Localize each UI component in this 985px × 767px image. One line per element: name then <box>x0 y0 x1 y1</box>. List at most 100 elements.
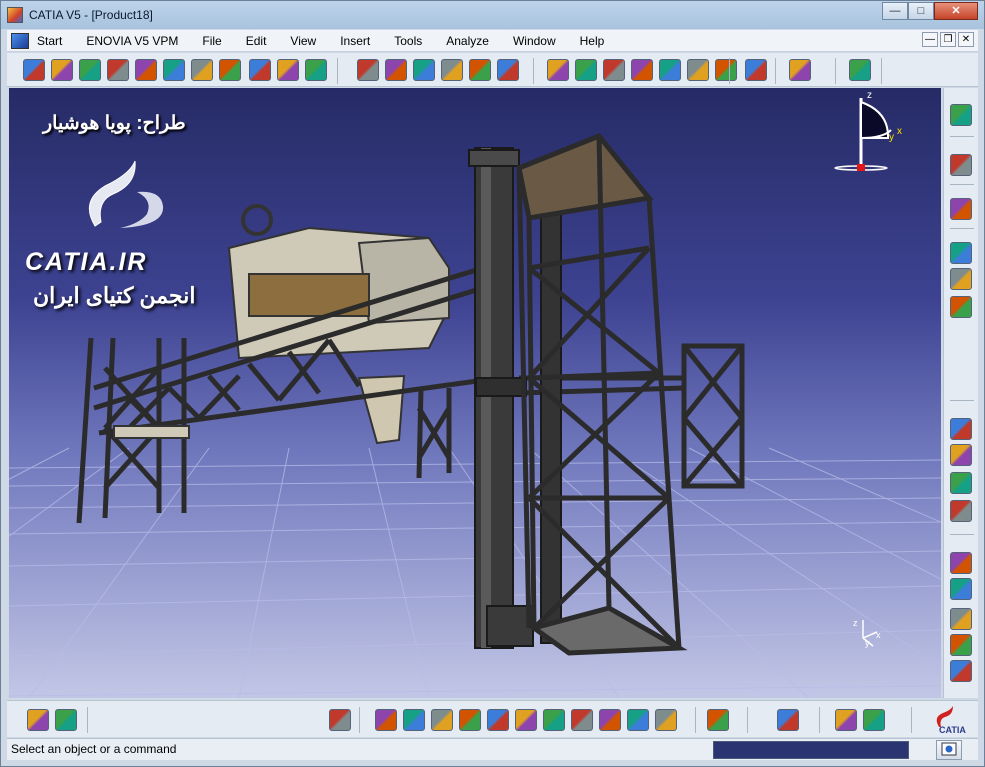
catalog-browser-icon[interactable] <box>385 59 407 81</box>
reuse-pattern-icon[interactable] <box>745 59 767 81</box>
doc-close-button[interactable]: ✕ <box>958 32 974 47</box>
toolbar-separator <box>729 58 730 84</box>
toolbar-separator <box>695 707 696 733</box>
pan-icon[interactable] <box>79 59 101 81</box>
catalog-icon[interactable] <box>357 59 379 81</box>
title-bar[interactable]: CATIA V5 - [Product18] — □ ✕ <box>1 1 984 29</box>
design-table-icon[interactable] <box>543 709 565 731</box>
menu-start[interactable]: Start <box>37 34 62 48</box>
text-annotation-icon[interactable] <box>950 578 972 600</box>
generate-bom-icon[interactable] <box>950 634 972 656</box>
compass-icon[interactable]: z y x <box>833 90 913 175</box>
zoom-in-icon[interactable] <box>135 59 157 81</box>
coincidence-icon[interactable] <box>603 59 625 81</box>
existing-component-icon[interactable] <box>950 418 972 440</box>
formula-icon[interactable] <box>571 709 593 731</box>
close-button[interactable]: ✕ <box>934 2 978 20</box>
manipulation-icon[interactable] <box>441 59 463 81</box>
menu-insert[interactable]: Insert <box>340 34 370 48</box>
menu-edit[interactable]: Edit <box>246 34 267 48</box>
new-part-icon[interactable] <box>950 296 972 318</box>
measure-inertia-icon[interactable] <box>835 709 857 731</box>
replace-component-icon[interactable] <box>950 472 972 494</box>
menu-file[interactable]: File <box>202 34 221 48</box>
menu-view[interactable]: View <box>290 34 316 48</box>
product-table-icon[interactable] <box>950 660 972 682</box>
window-title: CATIA V5 - [Product18] <box>29 8 153 22</box>
update-icon[interactable] <box>329 709 351 731</box>
status-bar: Select an object or a command <box>7 738 978 760</box>
snap-icon[interactable] <box>469 59 491 81</box>
menu-analyze[interactable]: Analyze <box>446 34 489 48</box>
book-icon[interactable] <box>849 59 871 81</box>
fix-icon[interactable] <box>715 59 737 81</box>
mass-icon[interactable] <box>863 709 885 731</box>
swap-space-icon[interactable] <box>277 59 299 81</box>
doc-minimize-button[interactable]: — <box>922 32 938 47</box>
camera-icon[interactable] <box>655 709 677 731</box>
capture-icon[interactable] <box>627 709 649 731</box>
stop-icon[interactable] <box>547 59 569 81</box>
publication-icon[interactable] <box>515 709 537 731</box>
reorder-tree-icon[interactable] <box>950 500 972 522</box>
minimize-button[interactable]: — <box>882 2 908 20</box>
toolbar-separator <box>533 58 534 84</box>
command-power-input-button[interactable] <box>936 740 962 760</box>
explode-icon[interactable] <box>497 59 519 81</box>
parameter-icon[interactable] <box>599 709 621 731</box>
document-icon[interactable] <box>11 32 29 49</box>
redo-icon[interactable] <box>55 709 77 731</box>
render-style-icon[interactable] <box>305 59 327 81</box>
toolbar-separator <box>835 58 836 84</box>
gears-icon[interactable] <box>950 104 972 126</box>
toolbar-separator <box>950 184 974 185</box>
hide-show-icon[interactable] <box>249 59 271 81</box>
menu-help[interactable]: Help <box>580 34 605 48</box>
defeaturing-icon[interactable] <box>431 709 453 731</box>
maximize-button[interactable]: □ <box>908 2 934 20</box>
main-column <box>468 147 562 649</box>
angle-icon[interactable] <box>687 59 709 81</box>
command-input[interactable] <box>713 741 909 759</box>
bottom-toolbar: CATIA <box>7 700 978 737</box>
axis-x-label: x <box>876 630 881 640</box>
normal-view-icon[interactable] <box>191 59 213 81</box>
zoom-out-icon[interactable] <box>163 59 185 81</box>
mid-legs <box>416 387 452 479</box>
view-cube-icon[interactable] <box>219 59 241 81</box>
menu-window[interactable]: Window <box>513 34 556 48</box>
doc-restore-button[interactable]: ❐ <box>940 32 956 47</box>
measure-icon[interactable] <box>707 709 729 731</box>
assembly-constraint-icon[interactable] <box>413 59 435 81</box>
rotate-icon[interactable] <box>107 59 129 81</box>
menu-tools[interactable]: Tools <box>394 34 422 48</box>
fit-all-icon[interactable] <box>51 59 73 81</box>
knowledge-icon[interactable] <box>789 59 811 81</box>
numbering-icon[interactable] <box>950 552 972 574</box>
fly-mode-icon[interactable] <box>23 59 45 81</box>
toolbar-separator <box>950 136 974 137</box>
new-product-icon[interactable] <box>950 268 972 290</box>
new-component-icon[interactable] <box>950 242 972 264</box>
select-arrow-icon[interactable] <box>950 154 972 176</box>
machine-housing <box>227 204 451 445</box>
bolt-icon[interactable] <box>575 59 597 81</box>
catia-badge-label: CATIA <box>939 725 966 735</box>
toolbar-separator <box>950 400 974 401</box>
menu-enovia[interactable]: ENOVIA V5 VPM <box>86 34 178 48</box>
toolbar-separator <box>359 707 360 733</box>
fast-instantiation-icon[interactable] <box>403 709 425 731</box>
scenes-icon[interactable] <box>487 709 509 731</box>
flag-note-icon[interactable] <box>950 608 972 630</box>
3d-viewport[interactable]: طراح: پویا هوشیار CATIA.IR انجمن کتیای ا… <box>9 88 941 698</box>
compass-x-label: x <box>897 126 902 137</box>
offset-icon[interactable] <box>659 59 681 81</box>
contact-icon[interactable] <box>631 59 653 81</box>
section-icon[interactable] <box>777 709 799 731</box>
undo-icon[interactable] <box>27 709 49 731</box>
graph-tree-icon[interactable] <box>950 198 972 220</box>
toolbar-separator <box>911 707 912 733</box>
save-management-icon[interactable] <box>459 709 481 731</box>
multi-instantiation-icon[interactable] <box>375 709 397 731</box>
existing-positioning-icon[interactable] <box>950 444 972 466</box>
